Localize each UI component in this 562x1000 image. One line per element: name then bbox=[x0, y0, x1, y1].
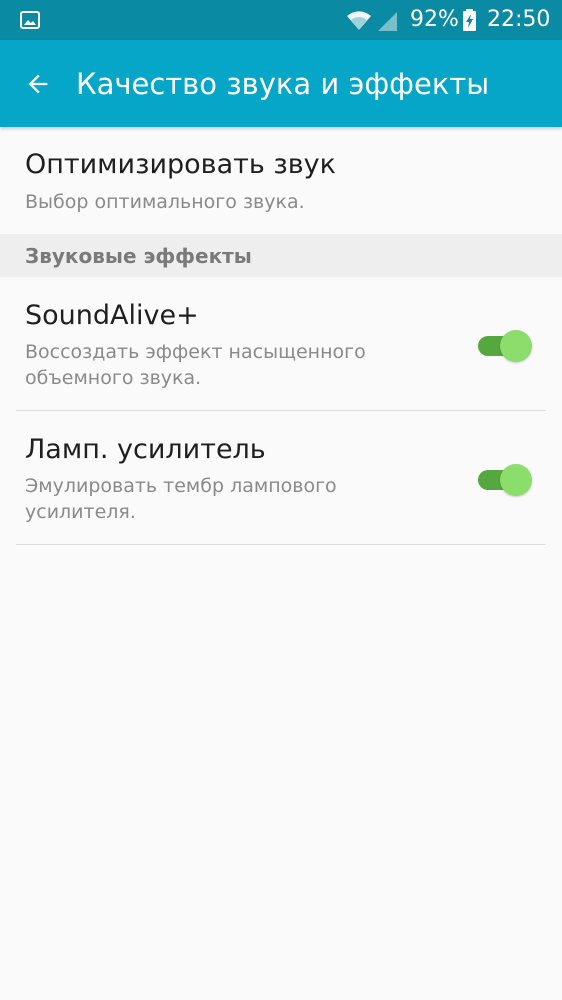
page-title: Качество звука и эффекты bbox=[76, 67, 490, 101]
soundalive-summary: Воссоздать эффект насыщенного объемного … bbox=[25, 341, 366, 389]
optimize-sound-item[interactable]: Оптимизировать звук Выбор оптимального з… bbox=[0, 127, 562, 234]
arrow-back-icon bbox=[28, 74, 48, 94]
soundalive-title: SoundAlive+ bbox=[25, 300, 199, 331]
soundalive-switch[interactable] bbox=[476, 329, 532, 363]
section-header-sound-effects: Звуковые эффекты bbox=[0, 234, 562, 277]
divider bbox=[16, 544, 546, 545]
status-bar: 92% 22:50 bbox=[0, 0, 562, 40]
signal-icon bbox=[378, 12, 397, 31]
battery-percent: 92% bbox=[410, 7, 459, 32]
tube-amp-switch[interactable] bbox=[476, 463, 532, 497]
section-header-label: Звуковые эффекты bbox=[25, 244, 252, 268]
switch-thumb bbox=[500, 330, 532, 362]
gallery-icon bbox=[20, 11, 40, 29]
tube-amp-item[interactable]: Ламп. усилитель Эмулировать тембр лампов… bbox=[0, 411, 562, 544]
switch-thumb bbox=[500, 464, 532, 496]
soundalive-item[interactable]: SoundAlive+ Воссоздать эффект насыщенног… bbox=[0, 277, 562, 410]
clock: 22:50 bbox=[487, 7, 551, 32]
battery-charging-icon bbox=[463, 9, 476, 31]
settings-list: Оптимизировать звук Выбор оптимального з… bbox=[0, 127, 562, 545]
back-button[interactable] bbox=[14, 60, 62, 108]
tube-amp-title: Ламп. усилитель bbox=[25, 434, 266, 465]
optimize-sound-title: Оптимизировать звук bbox=[25, 149, 336, 180]
optimize-sound-summary: Выбор оптимального звука. bbox=[25, 191, 305, 213]
app-bar: Качество звука и эффекты bbox=[0, 40, 562, 127]
tube-amp-summary: Эмулировать тембр лампового усилителя. bbox=[25, 475, 337, 523]
wifi-icon bbox=[347, 11, 371, 30]
